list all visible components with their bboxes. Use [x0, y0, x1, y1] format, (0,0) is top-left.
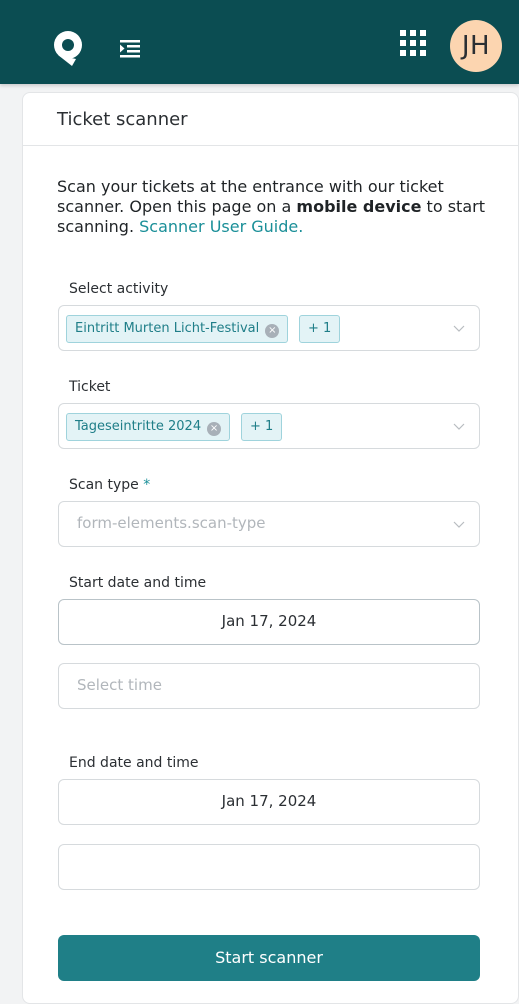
start-time-placeholder: Select time [77, 676, 162, 694]
chevron-down-icon [453, 325, 465, 332]
start-time-input[interactable]: Select time [58, 663, 480, 709]
start-datetime-label: Start date and time [69, 575, 207, 591]
start-date-value: Jan 17, 2024 [221, 612, 317, 630]
end-date-input[interactable]: Jan 17, 2024 [58, 779, 480, 825]
ticket-chip-label: Tageseintritte 2024 [75, 419, 202, 434]
nav-toggle-icon[interactable] [118, 37, 142, 61]
activity-more-chip: + 1 [299, 315, 341, 343]
scan-type-placeholder: form-elements.scan-type [77, 514, 266, 532]
ticket-scanner-card: Ticket scanner Scan your tickets at the … [22, 92, 519, 1004]
scan-type-label-text: Scan type [69, 477, 139, 493]
page-title: Ticket scanner [57, 109, 188, 130]
remove-chip-icon[interactable]: × [265, 324, 280, 338]
activity-chip: Eintritt Murten Licht-Festival × [66, 315, 289, 343]
ticket-label: Ticket [69, 379, 111, 395]
required-mark: * [143, 477, 151, 493]
scan-type-select[interactable]: form-elements.scan-type [58, 501, 480, 547]
ticket-select[interactable]: Tageseintritte 2024 × + 1 [58, 403, 480, 449]
activity-select[interactable]: Eintritt Murten Licht-Festival × + 1 [58, 305, 480, 351]
end-datetime-label: End date and time [69, 755, 199, 771]
apps-grid-icon[interactable] [400, 30, 426, 56]
chevron-down-icon [453, 521, 465, 528]
end-date-value: Jan 17, 2024 [221, 792, 317, 810]
user-avatar[interactable]: JH [450, 20, 502, 72]
end-time-input[interactable] [58, 844, 480, 890]
activity-chip-label: Eintritt Murten Licht-Festival [75, 321, 260, 336]
top-bar: JH [0, 0, 519, 84]
ticket-chip: Tageseintritte 2024 × [66, 413, 231, 441]
scanner-guide-link[interactable]: Scanner User Guide. [139, 217, 303, 236]
logo-icon[interactable] [50, 28, 86, 68]
chevron-down-icon [453, 423, 465, 430]
start-scanner-button[interactable]: Start scanner [58, 935, 480, 981]
intro-text: Scan your tickets at the entrance with o… [57, 177, 485, 237]
start-date-input[interactable]: Jan 17, 2024 [58, 599, 480, 645]
activity-label: Select activity [69, 281, 169, 297]
ticket-more-chip: + 1 [241, 413, 283, 441]
intro-text-bold: mobile device [296, 197, 422, 216]
scan-type-label: Scan type * [69, 477, 150, 493]
card-header: Ticket scanner [23, 93, 518, 146]
remove-chip-icon[interactable]: × [207, 422, 222, 436]
